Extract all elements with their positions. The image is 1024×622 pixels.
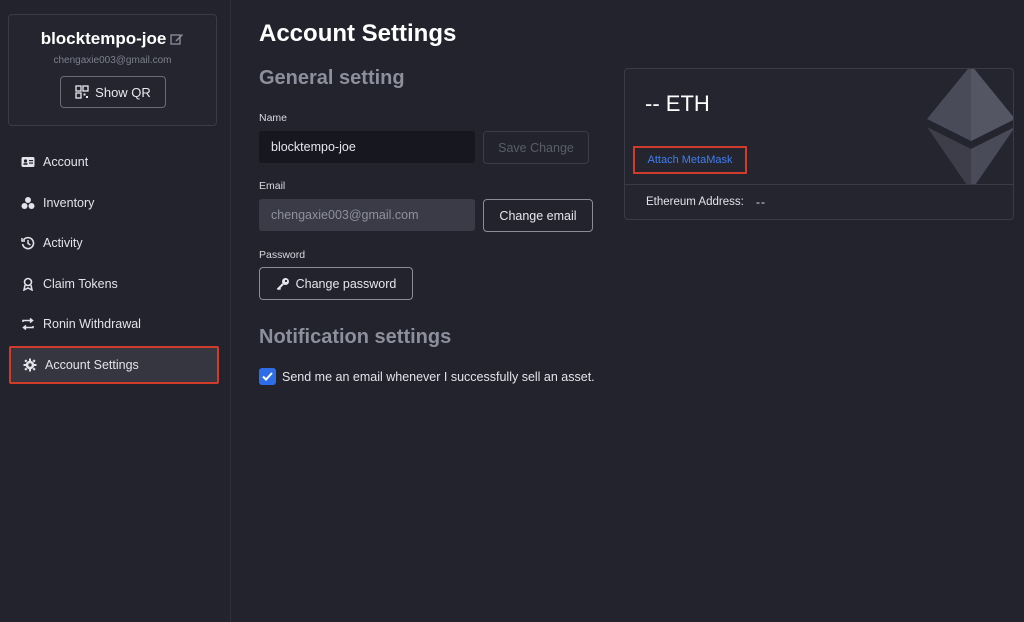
ethereum-address-label: Ethereum Address: (646, 196, 744, 208)
save-change-button[interactable]: Save Change (483, 131, 589, 164)
name-input[interactable]: blocktempo-joe (259, 131, 475, 163)
profile-email: chengaxie003@gmail.com (53, 55, 172, 66)
password-label: Password (259, 249, 306, 261)
sidebar-item-label: Activity (43, 236, 83, 251)
change-password-label: Change password (295, 276, 397, 291)
qr-code-icon (75, 85, 89, 99)
email-label: Email (259, 180, 286, 192)
sell-email-checkbox-label: Send me an email whenever I successfully… (282, 370, 595, 384)
sidebar-item-label: Ronin Withdrawal (43, 317, 141, 332)
attach-metamask-button[interactable]: Attach MetaMask (633, 146, 747, 174)
sidebar-item-ronin-withdrawal[interactable]: Ronin Withdrawal (9, 305, 219, 343)
show-qr-label: Show QR (95, 84, 151, 100)
ethereum-logo-icon (927, 69, 1013, 185)
sidebar-nav: Account Inventory Activity Claim Tokens (9, 143, 219, 387)
eth-wallet-card: -- ETH Attach MetaMask Ethereum Address:… (624, 68, 1014, 220)
sidebar-item-account[interactable]: Account (9, 143, 219, 181)
sidebar-item-inventory[interactable]: Inventory (9, 184, 219, 222)
profile-username: blocktempo-joe (40, 29, 167, 48)
sidebar-item-label: Account (43, 155, 89, 169)
sidebar-item-label: Inventory (43, 195, 95, 210)
history-icon (21, 236, 35, 250)
gear-icon (23, 358, 37, 372)
email-field: chengaxie003@gmail.com (259, 199, 475, 231)
exchange-icon (21, 317, 35, 331)
edit-icon[interactable] (170, 32, 184, 46)
medal-icon (21, 277, 35, 291)
profile-name-row: blocktempo-joe (9, 29, 216, 49)
page-title: Account Settings (259, 20, 457, 47)
check-icon (262, 372, 273, 381)
sidebar-item-label: Account Settings (45, 357, 139, 372)
sidebar-item-label: Claim Tokens (43, 276, 118, 291)
id-card-icon (21, 155, 35, 169)
sell-email-checkbox[interactable] (259, 368, 276, 385)
notification-settings-title: Notification settings (259, 326, 452, 348)
divider (625, 184, 1013, 185)
app-root: blocktempo-joe chengaxie003@gmail.com Sh… (0, 0, 1024, 622)
show-qr-button[interactable]: Show QR (60, 76, 166, 108)
sidebar-item-account-settings[interactable]: Account Settings (9, 345, 219, 384)
eth-balance: -- ETH (645, 91, 710, 116)
sidebar: blocktempo-joe chengaxie003@gmail.com Sh… (0, 0, 231, 622)
name-label: Name (259, 112, 288, 124)
key-icon (276, 277, 290, 291)
sidebar-item-claim-tokens[interactable]: Claim Tokens (9, 265, 219, 303)
change-email-button[interactable]: Change email (483, 199, 593, 232)
cubes-icon (21, 196, 35, 210)
ethereum-address-value: -- (756, 195, 766, 209)
change-password-button[interactable]: Change password (259, 267, 413, 300)
general-setting-title: General setting (259, 67, 405, 89)
sidebar-item-activity[interactable]: Activity (9, 224, 219, 262)
profile-card: blocktempo-joe chengaxie003@gmail.com Sh… (8, 14, 217, 126)
